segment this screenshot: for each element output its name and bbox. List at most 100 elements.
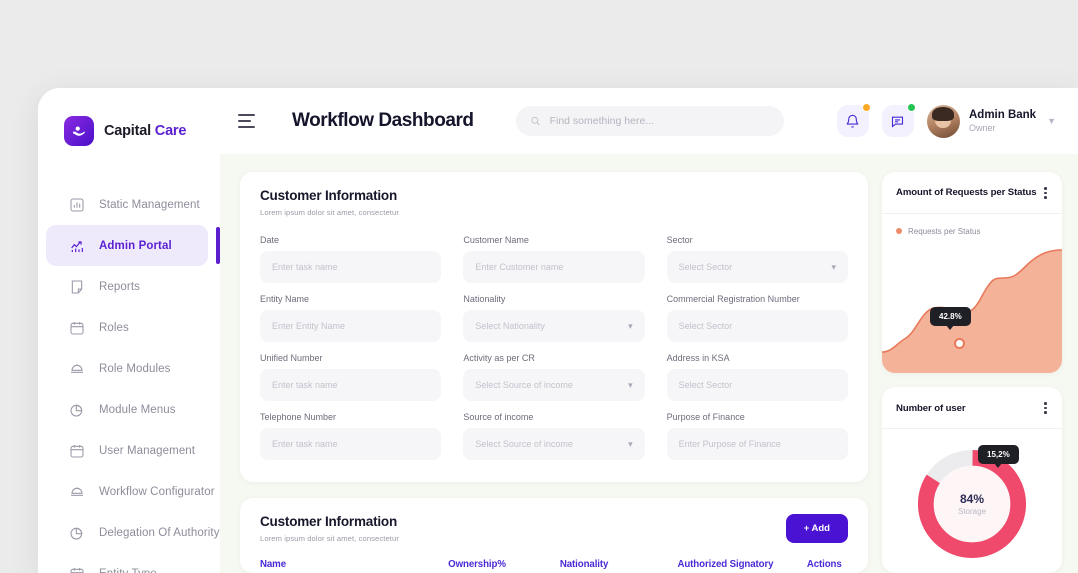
content-area: Customer Information Lorem ipsum dolor s… bbox=[220, 154, 1078, 573]
pie-chart-icon bbox=[68, 401, 85, 418]
form-field-telephone-number: Telephone Number Enter task name bbox=[260, 412, 442, 460]
care-hand-logo-icon bbox=[64, 116, 94, 146]
field-label: Date bbox=[260, 235, 280, 245]
field-label: Purpose of Finance bbox=[666, 412, 745, 422]
field-label: Commercial Registration Number bbox=[666, 294, 800, 304]
text-input[interactable]: Select Sector bbox=[666, 369, 848, 401]
sidebar-item-label: Module Menus bbox=[99, 403, 176, 416]
search-box[interactable] bbox=[515, 106, 784, 136]
form-grid: Date Enter task name Customer Name Enter Cu… bbox=[260, 235, 848, 460]
chevron-down-icon[interactable]: ▾ bbox=[831, 262, 836, 273]
customer-information-table-card: Customer Information Lorem ipsum dolor s… bbox=[240, 498, 868, 573]
donut-center-text: 84% Storage bbox=[958, 492, 986, 516]
field-placeholder: Enter task name bbox=[272, 439, 338, 449]
field-placeholder: Select Nationality bbox=[475, 321, 545, 331]
chevron-down-icon[interactable]: ▾ bbox=[628, 380, 633, 391]
note-icon bbox=[68, 278, 85, 295]
kebab-menu-icon[interactable] bbox=[1042, 185, 1049, 201]
sidebar-item-delegation-of-authority[interactable]: Delegation Of Authority bbox=[46, 512, 219, 553]
field-placeholder: Select Sector bbox=[678, 262, 733, 272]
select-input[interactable]: Select Source of income ▾ bbox=[463, 428, 645, 460]
donut-label: Storage bbox=[957, 507, 987, 517]
select-input[interactable]: Select Sector ▾ bbox=[666, 251, 848, 283]
sidebar-item-role-modules[interactable]: Role Modules bbox=[46, 348, 208, 389]
form-field-source-of-income: Source of income Select Source of income ▾ bbox=[463, 412, 645, 460]
text-input[interactable]: Enter Customer name bbox=[463, 251, 645, 283]
hamburger-icon[interactable] bbox=[238, 114, 258, 128]
pie-chart-icon bbox=[68, 524, 85, 541]
requests-per-status-card: Amount of Requests per Status Requests p… bbox=[882, 172, 1062, 374]
text-input[interactable]: Enter Purpose of Finance bbox=[666, 428, 848, 460]
select-input[interactable]: Select Nationality ▾ bbox=[463, 310, 645, 342]
sidebar-item-module-menus[interactable]: Module Menus bbox=[46, 389, 208, 430]
chart-data-point[interactable] bbox=[954, 337, 965, 349]
user-role: Owner bbox=[968, 122, 996, 133]
topbar-actions: Admin Bank Owner ▼ bbox=[836, 103, 1056, 138]
form-field-unified-number: Unified Number Enter task name bbox=[260, 353, 442, 401]
field-label: Nationality bbox=[463, 294, 506, 304]
dome-icon bbox=[68, 483, 85, 500]
select-input[interactable]: Select Source of income ▾ bbox=[463, 369, 645, 401]
add-button[interactable]: + Add bbox=[785, 514, 848, 543]
customer-information-form-card: Customer Information Lorem ipsum dolor s… bbox=[240, 172, 868, 482]
calendar-icon bbox=[68, 319, 85, 336]
sidebar-item-user-management[interactable]: User Management bbox=[46, 430, 208, 471]
sidebar-item-label: Roles bbox=[99, 321, 129, 334]
sidebar-item-label: Static Management bbox=[99, 198, 200, 211]
sidebar-item-admin-portal[interactable]: Admin Portal bbox=[46, 225, 220, 266]
form-field-customer-name: Customer Name Enter Customer name bbox=[463, 235, 645, 283]
number-of-user-card: Number of user 84% Storage 15,2% bbox=[882, 387, 1062, 573]
left-column: Customer Information Lorem ipsum dolor s… bbox=[240, 172, 868, 573]
field-placeholder: Enter Purpose of Finance bbox=[678, 439, 781, 449]
sidebar-item-reports[interactable]: Reports bbox=[46, 266, 208, 307]
field-placeholder: Select Source of income bbox=[475, 439, 573, 449]
topbar: Workflow Dashboard Find something here..… bbox=[220, 88, 1078, 154]
form-field-commercial-registration-number: Commercial Registration Number Select Sec… bbox=[666, 294, 848, 342]
chart-tooltip: 42.8% bbox=[930, 306, 971, 326]
sidebar-item-static-management[interactable]: Static Management bbox=[46, 184, 208, 225]
chevron-down-icon[interactable]: ▾ bbox=[628, 321, 633, 332]
search-icon bbox=[530, 116, 540, 126]
avatar bbox=[926, 104, 960, 138]
notifications-button[interactable] bbox=[836, 103, 871, 137]
user-card-header: Number of user bbox=[882, 387, 1062, 430]
donut-tooltip: 15,2% bbox=[978, 445, 1019, 465]
requests-card-header: Amount of Requests per Status bbox=[882, 172, 1062, 214]
field-label: Sector bbox=[666, 235, 693, 245]
page-title: Workflow Dashboard bbox=[292, 110, 474, 131]
text-input[interactable]: Enter task name bbox=[260, 428, 442, 460]
sidebar-item-entity-type[interactable]: Entity Type bbox=[46, 553, 208, 573]
form-field-address-in-ksa: Address in KSA Select Sector bbox=[666, 353, 848, 401]
sidebar-item-workflow-configurator[interactable]: Workflow Configurator bbox=[46, 471, 215, 512]
legend-swatch bbox=[896, 228, 902, 235]
chevron-down-icon[interactable]: ▾ bbox=[628, 439, 633, 450]
table-column-header: Authorized Signatory bbox=[677, 559, 774, 570]
table-card-header: Customer Information Lorem ipsum dolor s… bbox=[260, 514, 848, 543]
sidebar-item-label: User Management bbox=[99, 444, 196, 457]
sidebar-item-label: Workflow Configurator bbox=[99, 485, 215, 498]
brand-name: Capital Care bbox=[104, 123, 186, 139]
kebab-menu-icon[interactable] bbox=[1042, 400, 1049, 416]
form-field-date: Date Enter task name bbox=[260, 235, 442, 283]
brand[interactable]: Capital Care bbox=[38, 108, 220, 154]
legend-label: Requests per Status bbox=[908, 226, 981, 236]
notification-badge bbox=[861, 103, 871, 112]
sidebar: Capital Care Static Management Admin Port… bbox=[38, 88, 220, 573]
donut-value: 84% bbox=[959, 492, 985, 507]
field-label: Customer Name bbox=[463, 235, 529, 245]
field-label: Telephone Number bbox=[260, 412, 337, 422]
form-card-title: Customer Information bbox=[260, 188, 398, 203]
field-placeholder: Enter task name bbox=[272, 380, 338, 390]
area-chart: Requests per Status 42.8% bbox=[882, 214, 1062, 374]
chevron-down-icon[interactable]: ▼ bbox=[1047, 116, 1056, 126]
text-input[interactable]: Enter Entity Name bbox=[260, 310, 442, 342]
form-field-activity-as-per-cr: Activity as per CR Select Source of incom… bbox=[463, 353, 645, 401]
messages-button[interactable] bbox=[881, 103, 916, 137]
user-name: Admin Bank bbox=[968, 109, 1037, 122]
text-input[interactable]: Enter task name bbox=[260, 251, 442, 283]
text-input[interactable]: Enter task name bbox=[260, 369, 442, 401]
text-input[interactable]: Select Sector bbox=[666, 310, 848, 342]
search-input[interactable] bbox=[549, 115, 770, 127]
user-menu[interactable]: Admin Bank Owner ▼ bbox=[926, 104, 1056, 138]
sidebar-item-roles[interactable]: Roles bbox=[46, 307, 208, 348]
